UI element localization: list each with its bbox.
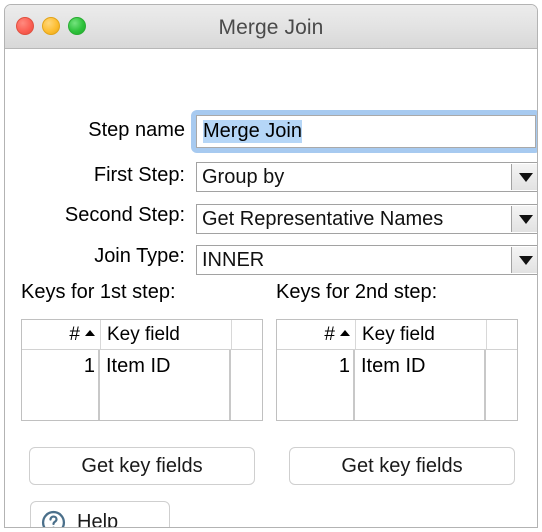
chevron-down-icon[interactable] xyxy=(511,247,537,273)
sort-ascending-icon xyxy=(85,330,95,336)
cell-index: 1 xyxy=(338,354,350,377)
second-step-label: Second Step: xyxy=(64,204,185,226)
column-header-key-field[interactable]: Key field xyxy=(100,320,230,349)
keys-second-caption: Keys for 2nd step: xyxy=(276,281,438,303)
keys-first-caption: Keys for 1st step: xyxy=(21,281,176,303)
join-type-label: Join Type: xyxy=(94,245,185,267)
dialog-body: Step name First Step: Second Step: Join … xyxy=(5,49,537,528)
first-step-label: First Step: xyxy=(93,164,185,186)
get-key-fields-first-button[interactable]: Get key fields xyxy=(29,447,255,485)
column-header-key-field-label: Key field xyxy=(107,323,180,345)
cell-key-field: Item ID xyxy=(361,354,426,377)
step-name-input[interactable]: Merge Join xyxy=(196,115,536,148)
merge-join-dialog: Merge Join Step name First Step: Second … xyxy=(4,4,538,528)
cell-key-field: Item ID xyxy=(106,354,171,377)
column-header-index[interactable]: # xyxy=(277,320,354,349)
table-row[interactable]: 1 Item ID xyxy=(277,350,517,382)
step-name-label: Step name xyxy=(88,119,185,141)
column-header-key-field-label: Key field xyxy=(362,323,435,345)
cell-index: 1 xyxy=(83,354,95,377)
second-step-dropdown[interactable]: Get Representative Names xyxy=(196,204,537,234)
column-header-index[interactable]: # xyxy=(22,320,99,349)
keys-second-table[interactable]: # Key field 1 Item ID xyxy=(276,319,518,421)
window-titlebar[interactable]: Merge Join xyxy=(5,5,537,49)
table-header-row: # Key field xyxy=(277,320,517,350)
first-step-value: Group by xyxy=(202,165,285,188)
help-button-label: Help xyxy=(77,510,119,528)
sort-ascending-icon xyxy=(340,330,350,336)
window-title: Merge Join xyxy=(218,16,324,39)
join-type-value: INNER xyxy=(202,248,265,271)
table-row[interactable]: 1 Item ID xyxy=(22,350,262,382)
help-button[interactable]: Help xyxy=(30,501,170,528)
table-body: 1 Item ID xyxy=(22,350,262,420)
column-header-key-field[interactable]: Key field xyxy=(355,320,485,349)
join-type-dropdown[interactable]: INNER xyxy=(196,245,537,275)
column-header-spacer[interactable] xyxy=(231,320,262,349)
keys-first-table[interactable]: # Key field 1 Item ID xyxy=(21,319,263,421)
first-step-dropdown[interactable]: Group by xyxy=(196,162,537,192)
table-body: 1 Item ID xyxy=(277,350,517,420)
table-header-row: # Key field xyxy=(22,320,262,350)
step-name-value: Merge Join xyxy=(203,120,302,143)
get-key-fields-second-button[interactable]: Get key fields xyxy=(289,447,515,485)
column-header-spacer[interactable] xyxy=(486,320,517,349)
chevron-down-icon[interactable] xyxy=(511,206,537,232)
chevron-down-icon[interactable] xyxy=(511,164,537,190)
step-name-focus-ring: Merge Join xyxy=(191,110,537,153)
question-circle-icon xyxy=(41,510,66,527)
screenshot-root: Merge Join Step name First Step: Second … xyxy=(0,0,542,532)
second-step-value: Get Representative Names xyxy=(202,207,444,230)
column-header-index-label: # xyxy=(69,323,80,345)
column-header-index-label: # xyxy=(324,323,335,345)
